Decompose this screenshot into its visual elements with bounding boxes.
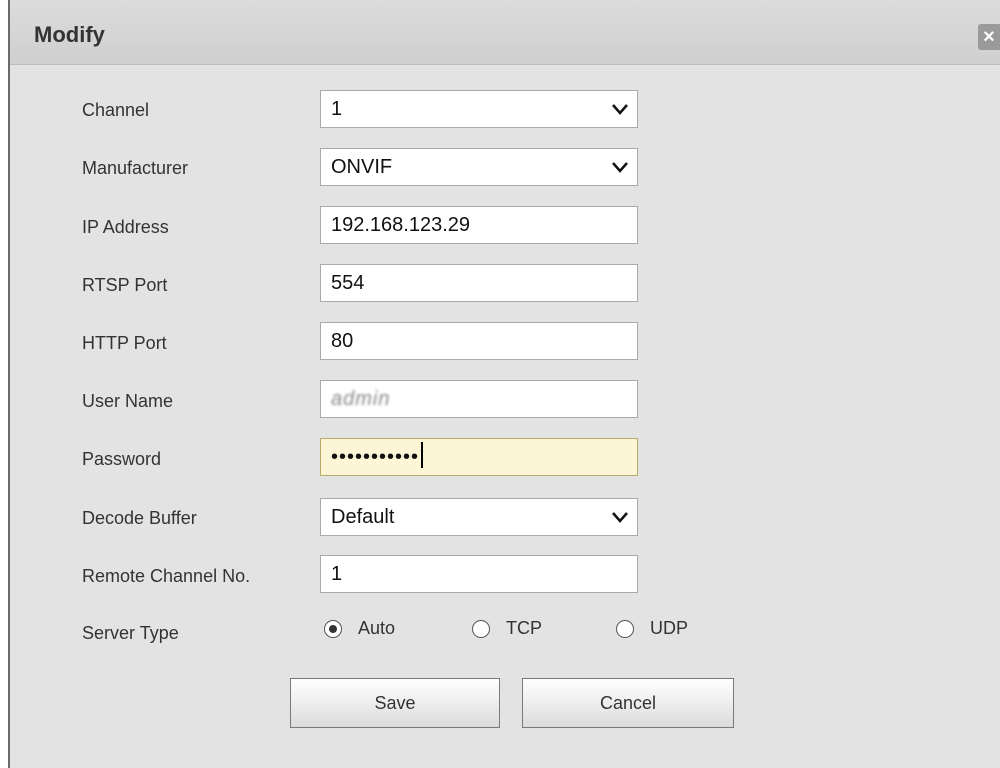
text-caret <box>421 442 424 468</box>
close-icon[interactable]: × <box>978 24 1000 50</box>
chevron-down-icon <box>612 104 628 115</box>
user-name-input[interactable]: admin <box>320 380 638 418</box>
dialog-titlebar: Modify × <box>10 0 1000 65</box>
channel-value: 1 <box>331 98 343 120</box>
server-type-auto[interactable]: Auto <box>324 618 395 639</box>
radio-tcp-label: TCP <box>506 618 542 638</box>
server-type-udp[interactable]: UDP <box>616 618 688 639</box>
channel-select[interactable]: 1 <box>320 90 638 128</box>
manufacturer-value: ONVIF <box>331 156 393 178</box>
remote-channel-input[interactable]: 1 <box>320 555 638 593</box>
manufacturer-label: Manufacturer <box>82 158 189 178</box>
password-label: Password <box>82 449 162 469</box>
chevron-down-icon <box>612 162 628 173</box>
decode-buffer-label: Decode Buffer <box>82 508 197 528</box>
modify-dialog: Modify × Channel 1 Manufacturer ONVIF IP… <box>8 0 1000 768</box>
cancel-button[interactable]: Cancel <box>522 678 734 728</box>
chevron-down-icon <box>612 512 628 523</box>
radio-udp-label: UDP <box>650 618 689 638</box>
radio-auto[interactable] <box>324 619 342 638</box>
radio-auto-label: Auto <box>358 618 396 638</box>
ip-address-label: IP Address <box>82 217 169 237</box>
save-button[interactable]: Save <box>290 678 500 728</box>
user-name-label: User Name <box>82 391 174 411</box>
radio-tcp[interactable] <box>472 619 490 638</box>
password-value: ••••••••••• <box>331 446 420 468</box>
decode-buffer-value: Default <box>331 506 395 528</box>
server-type-label: Server Type <box>82 623 179 643</box>
radio-udp[interactable] <box>616 619 634 638</box>
decode-buffer-select[interactable]: Default <box>320 498 638 536</box>
rtsp-port-label: RTSP Port <box>82 275 168 295</box>
password-input[interactable]: ••••••••••• <box>320 438 638 476</box>
http-port-input[interactable]: 80 <box>320 322 638 360</box>
user-name-value: admin <box>331 388 391 410</box>
dialog-title: Modify <box>34 22 105 47</box>
channel-label: Channel <box>82 100 150 120</box>
server-type-tcp[interactable]: TCP <box>472 618 542 639</box>
http-port-label: HTTP Port <box>82 333 167 353</box>
manufacturer-select[interactable]: ONVIF <box>320 148 638 186</box>
rtsp-port-input[interactable]: 554 <box>320 264 638 302</box>
remote-channel-label: Remote Channel No. <box>82 566 251 586</box>
ip-address-input[interactable]: 192.168.123.29 <box>320 206 638 244</box>
